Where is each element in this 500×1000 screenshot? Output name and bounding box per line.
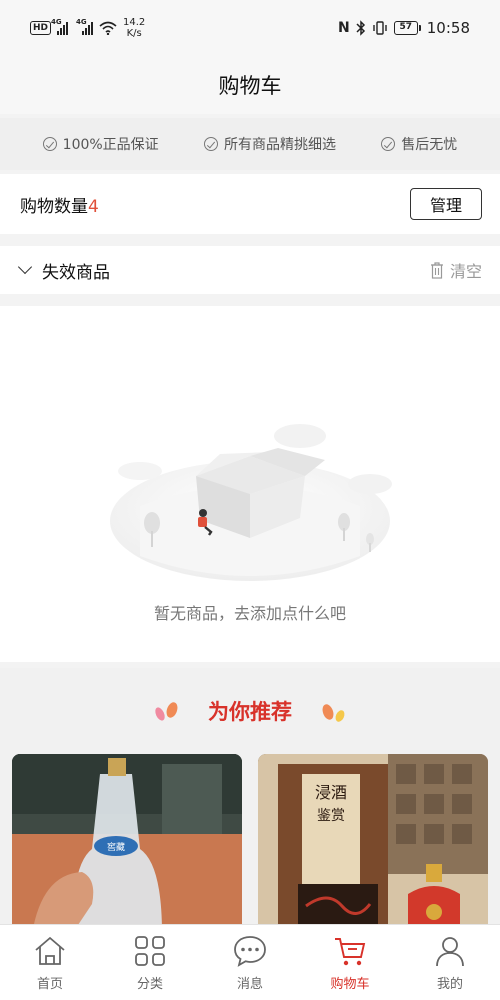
recommend-section: 为你推荐 窖藏 浸酒 鉴赏 xyxy=(0,668,500,934)
page-title: 购物车 xyxy=(218,74,282,98)
guarantee-selected: 所有商品精挑细选 xyxy=(204,134,336,154)
tab-cart[interactable]: 购物车 xyxy=(310,933,390,992)
status-bar: HD 4G 4G 14.2 K/s N 57 10:58 xyxy=(0,0,500,56)
guarantee-authentic: 100%正品保证 xyxy=(42,134,159,154)
cart-count-row: 购物数量4 管理 xyxy=(0,174,500,234)
svg-text:鉴赏: 鉴赏 xyxy=(317,808,345,824)
recommend-product-card[interactable]: 浸酒 鉴赏 xyxy=(258,754,488,934)
empty-message: 暂无商品，去添加点什么吧 xyxy=(153,604,346,623)
nfc-icon: N xyxy=(338,20,350,36)
check-circle-icon xyxy=(381,137,396,151)
manage-button[interactable]: 管理 xyxy=(410,188,482,220)
signal-icon-2: 4G xyxy=(76,18,94,35)
signal-icon-1: 4G xyxy=(51,18,69,35)
user-icon xyxy=(436,937,464,967)
empty-state: 暂无商品，去添加点什么吧 xyxy=(0,306,500,662)
tab-profile[interactable]: 我的 xyxy=(410,933,490,992)
trash-icon xyxy=(430,262,443,279)
tab-home[interactable]: 首页 xyxy=(10,933,90,992)
home-icon xyxy=(35,936,65,965)
tab-category[interactable]: 分类 xyxy=(110,933,190,992)
bottom-tab-bar: 首页 分类 消息 购物车 我的 xyxy=(0,924,500,1000)
status-right: N 57 10:58 xyxy=(338,19,470,37)
bluetooth-icon xyxy=(356,20,365,36)
product-image-giftbox: 浸酒 鉴赏 xyxy=(258,754,488,934)
cart-screen: HD 4G 4G 14.2 K/s N 57 10:58 购物车 100%正品保… xyxy=(0,0,500,1000)
recommend-product-card[interactable]: 窖藏 xyxy=(12,754,242,934)
network-speed: 14.2 K/s xyxy=(123,17,146,39)
empty-box-illustration xyxy=(110,424,392,581)
chat-icon xyxy=(234,936,266,967)
check-circle-icon xyxy=(204,137,218,151)
invalid-goods-toggle[interactable]: 失效商品 xyxy=(17,258,110,283)
wifi-icon xyxy=(99,21,117,35)
title-bar: 购物车 xyxy=(0,56,500,114)
vibrate-icon xyxy=(373,21,387,35)
cart-count-number: 4 xyxy=(88,196,99,217)
status-left: HD 4G 4G 14.2 K/s xyxy=(30,17,145,39)
svg-text:浸酒: 浸酒 xyxy=(315,783,347,802)
invalid-goods-row: 失效商品 清空 xyxy=(0,246,500,294)
guarantee-aftersale: 售后无忧 xyxy=(381,134,457,154)
clear-invalid-button[interactable]: 清空 xyxy=(430,258,482,282)
clock: 10:58 xyxy=(426,19,470,37)
petal-decoration-right-icon xyxy=(322,704,345,722)
tab-messages[interactable]: 消息 xyxy=(210,933,290,992)
cart-icon xyxy=(335,938,366,966)
chevron-down-icon xyxy=(17,259,33,275)
product-image-bottle: 窖藏 xyxy=(12,754,242,934)
svg-text:窖藏: 窖藏 xyxy=(107,841,125,853)
recommend-title: 为你推荐 xyxy=(208,700,292,724)
battery-icon: 57 xyxy=(393,21,421,35)
check-circle-icon xyxy=(42,137,57,151)
grid-icon xyxy=(135,936,165,966)
cart-count: 购物数量4 xyxy=(20,196,99,217)
hd-badge: HD xyxy=(30,21,52,35)
guarantee-bar: 100%正品保证 所有商品精挑细选 售后无忧 xyxy=(0,118,500,170)
